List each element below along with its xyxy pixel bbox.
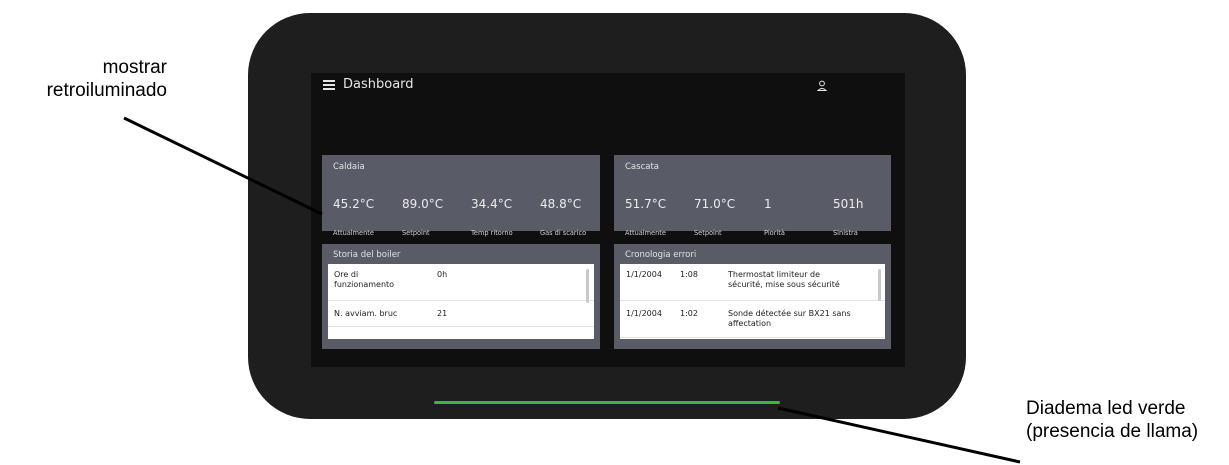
caldaia-setpoint-value: 89.0°C	[402, 197, 444, 211]
cascata-priority-label: Piorità	[764, 229, 785, 237]
caldaia-actual-value: 45.2°C	[333, 197, 375, 211]
page-title: Dashboard	[343, 77, 414, 92]
error-row-time: 1:08	[680, 270, 698, 279]
cascata-card[interactable]: Cascata 51.7°C Attualmente 71.0°C Setpoi…	[614, 155, 891, 237]
error-row-time: 1:02	[680, 309, 698, 318]
display-callout-line2: retroiluminado	[46, 80, 167, 101]
boiler-row-label-line1: Ore di	[334, 270, 359, 279]
boiler-row-value: 0h	[437, 270, 448, 279]
scrollbar[interactable]	[878, 269, 881, 301]
led-callout-line2: (presencia de llama)	[1026, 421, 1199, 442]
boiler-history-list[interactable]: Ore di funzionamento 0h N. avviam. bruc …	[328, 264, 594, 339]
error-row-date: 1/1/2004	[626, 270, 662, 279]
app-bar: Dashboard	[311, 73, 905, 101]
error-log-list[interactable]: 1/1/2004 1:08 Thermostat limiteur de séc…	[620, 264, 885, 339]
cascata-setpoint-label: Setpoint	[694, 229, 722, 237]
boiler-row-value: 21	[437, 309, 448, 318]
error-log-card[interactable]: Cronologia errori 1/1/2004 1:08 Thermost…	[614, 244, 891, 349]
cascata-setpoint-value: 71.0°C	[694, 197, 736, 211]
boiler-history-card[interactable]: Storia del boiler Ore di funzionamento 0…	[322, 244, 600, 349]
caldaia-setpoint-label: Setpoint	[402, 229, 430, 237]
caldaia-return-temp-label: Temp ritorno	[471, 229, 513, 237]
cascata-card-title: Cascata	[625, 162, 659, 172]
boiler-history-title: Storia del boiler	[333, 250, 401, 260]
cascata-hours-value: 501h	[833, 197, 864, 211]
error-row-message-line1: Sonde détectée sur BX21 sans	[728, 309, 851, 318]
caldaia-exhaust-label: Gas di scarico	[540, 229, 587, 237]
list-item[interactable]: 1/1/2004 1:02 Sonde détectée sur BX21 sa…	[620, 301, 885, 338]
list-item[interactable]: N. avviam. bruc 21	[328, 301, 594, 327]
led-callout-line1: Diadema led verde	[1026, 398, 1186, 419]
led-callout-label: Diadema led verde (presencia de llama)	[1026, 397, 1229, 443]
display-callout-label: mostrar retroiluminado	[0, 56, 167, 102]
caldaia-card-title: Caldaia	[333, 162, 365, 172]
caldaia-return-temp-value: 34.4°C	[471, 197, 513, 211]
scrollbar[interactable]	[586, 269, 589, 303]
error-row-message-line2: affectation	[728, 319, 772, 328]
error-row-message-line2: sécurité, mise sous sécurité	[728, 280, 840, 289]
hamburger-menu-icon[interactable]	[323, 80, 335, 90]
cascata-actual-value: 51.7°C	[625, 197, 667, 211]
caldaia-actual-label: Attualmente	[333, 229, 374, 237]
error-log-title: Cronologia errori	[625, 250, 697, 260]
caldaia-card[interactable]: Caldaia 45.2°C Attualmente 89.0°C Setpoi…	[322, 155, 600, 237]
display-screen: Dashboard Caldaia 45.2°C Attualmente 89.…	[311, 73, 905, 367]
display-callout-line1: mostrar	[102, 57, 167, 78]
list-item[interactable]: Ore di funzionamento 0h	[328, 264, 594, 301]
user-icon[interactable]	[817, 80, 827, 92]
error-row-date: 1/1/2004	[626, 309, 662, 318]
caldaia-exhaust-value: 48.8°C	[540, 197, 582, 211]
cascata-actual-label: Attualmente	[625, 229, 666, 237]
boiler-row-label-line1: N. avviam. bruc	[334, 309, 398, 318]
cascata-priority-value: 1	[764, 197, 772, 211]
led-ring	[434, 401, 780, 404]
error-row-message-line1: Thermostat limiteur de	[728, 270, 821, 279]
boiler-row-label-line2: funzionamento	[334, 280, 395, 289]
cascata-hours-label: Sinistra	[833, 229, 858, 237]
list-item[interactable]: 1/1/2004 1:08 Thermostat limiteur de séc…	[620, 264, 885, 301]
